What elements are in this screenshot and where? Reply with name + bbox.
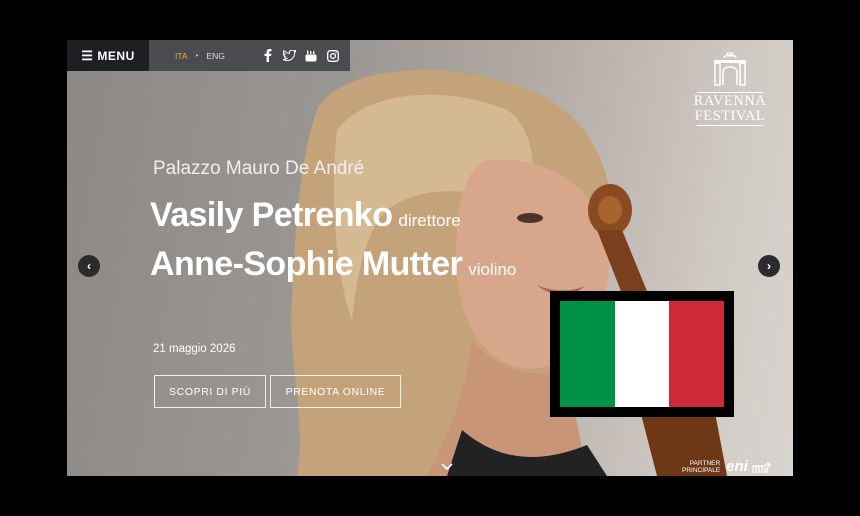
partner-label-line: PARTNER xyxy=(689,459,721,467)
venue-name: Palazzo Mauro De André xyxy=(153,158,365,179)
performer-name: Vasily Petrenko xyxy=(150,196,393,234)
logo-divider xyxy=(697,125,763,126)
performer-name: Anne-Sophie Mutter xyxy=(150,245,463,283)
eni-logo-text: eni xyxy=(726,458,748,475)
chevron-left-icon: ‹ xyxy=(87,259,91,273)
six-legged-dog-icon xyxy=(752,461,771,473)
chevron-down-icon xyxy=(441,463,453,471)
gate-logo-icon xyxy=(714,52,746,86)
top-bar: ☰ MENU ITA • ENG xyxy=(67,40,350,71)
ravenna-festival-logo[interactable]: RAVENNA FESTIVAL xyxy=(693,52,767,127)
partner-label: PARTNER PRINCIPALE xyxy=(682,460,720,474)
performer-line: Vasily Petrenko direttore xyxy=(150,196,461,235)
flag-stripe-green xyxy=(560,301,615,407)
next-slide-button[interactable]: › xyxy=(758,255,780,277)
performer-line: Anne-Sophie Mutter violino xyxy=(150,245,516,284)
book-online-button[interactable]: PRENOTA ONLINE xyxy=(270,375,401,408)
flag-stripe-red xyxy=(669,301,725,407)
main-partner[interactable]: PARTNER PRINCIPALE eni xyxy=(682,458,771,475)
instagram-icon[interactable] xyxy=(327,49,340,62)
flag-stripe-white xyxy=(614,301,670,407)
prev-slide-button[interactable]: ‹ xyxy=(78,255,100,277)
performer-role: violino xyxy=(468,260,517,279)
lang-eng[interactable]: ENG xyxy=(206,51,224,61)
social-links xyxy=(261,49,340,62)
language-and-social-bar: ITA • ENG xyxy=(149,40,350,71)
event-date: 21 maggio 2026 xyxy=(153,343,236,355)
hamburger-icon: ☰ xyxy=(81,47,94,63)
chevron-right-icon: › xyxy=(767,259,771,273)
lang-separator: • xyxy=(195,51,199,60)
twitter-icon[interactable] xyxy=(282,49,296,62)
partner-label-line: PRINCIPALE xyxy=(682,466,721,474)
logo-text-ravenna: RAVENNA xyxy=(693,93,767,109)
italian-flag-badge xyxy=(550,291,734,417)
menu-button[interactable]: ☰ MENU xyxy=(67,40,149,71)
performer-role: direttore xyxy=(398,211,461,230)
logo-text-festival: FESTIVAL xyxy=(694,108,766,124)
italian-flag-icon xyxy=(560,301,725,407)
scroll-down-button[interactable] xyxy=(441,458,453,474)
youtube-icon[interactable] xyxy=(305,49,318,62)
menu-label: MENU xyxy=(97,48,135,63)
discover-more-button[interactable]: SCOPRI DI PIÙ xyxy=(154,375,266,408)
lang-ita[interactable]: ITA xyxy=(175,51,188,61)
facebook-icon[interactable] xyxy=(261,49,274,62)
